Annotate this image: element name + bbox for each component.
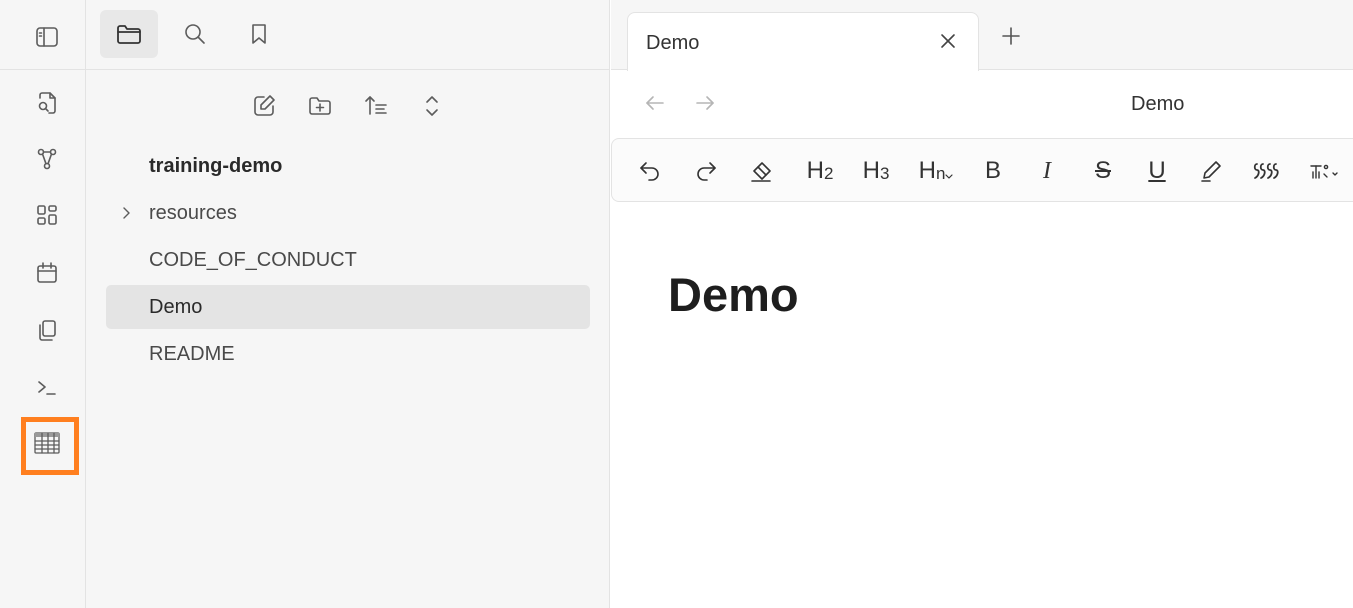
- heading-2-button[interactable]: H2: [800, 153, 840, 189]
- h2-sub: 2: [823, 164, 834, 183]
- caret-down-icon: [945, 174, 954, 179]
- search-icon[interactable]: [166, 10, 224, 58]
- arrow-left-icon[interactable]: [643, 93, 667, 113]
- sort-icon[interactable]: [358, 88, 394, 124]
- tree-item-label: README: [149, 342, 235, 365]
- bookmark-icon[interactable]: [230, 10, 288, 58]
- new-tab-plus-icon[interactable]: [997, 22, 1025, 50]
- redo-icon[interactable]: [690, 153, 722, 189]
- close-icon[interactable]: [936, 29, 960, 53]
- tab-title: Demo: [646, 32, 700, 54]
- file-tree: training-demo resources CODE_OF_CONDUCT …: [106, 144, 590, 379]
- view-header: Demo: [611, 71, 1353, 137]
- canvas-icon[interactable]: [30, 198, 64, 232]
- italic-button[interactable]: I: [1032, 153, 1062, 189]
- tree-item-label: resources: [149, 201, 237, 224]
- document-heading[interactable]: Demo: [668, 267, 799, 322]
- left-ribbon: [0, 0, 86, 608]
- eraser-icon[interactable]: [744, 153, 778, 189]
- graph-view-icon[interactable]: [30, 142, 64, 176]
- tree-file-code-of-conduct[interactable]: CODE_OF_CONDUCT: [106, 238, 590, 282]
- chevron-right-icon[interactable]: [120, 204, 134, 222]
- daily-note-calendar-icon[interactable]: [30, 256, 64, 290]
- tree-item-label: Demo: [149, 295, 203, 318]
- vault-root[interactable]: training-demo: [106, 144, 590, 188]
- new-folder-icon[interactable]: [302, 88, 338, 124]
- tree-file-demo[interactable]: Demo: [106, 285, 590, 329]
- tree-item-label: CODE_OF_CONDUCT: [149, 248, 357, 271]
- view-header-title[interactable]: Demo: [1131, 93, 1184, 116]
- undo-icon[interactable]: [634, 153, 666, 189]
- highlight-icon[interactable]: [1194, 153, 1228, 189]
- command-palette-icon[interactable]: [30, 370, 64, 404]
- main-editor-area: Demo Demo H2 H3 H n B I S U Demo: [611, 0, 1353, 608]
- more-format-icon[interactable]: [1304, 153, 1344, 189]
- formatting-toolbar: H2 H3 Hn B I S U: [611, 138, 1353, 202]
- quote-icon[interactable]: [1248, 153, 1284, 189]
- tree-item-label: training-demo: [149, 154, 283, 177]
- underline-label: U: [1148, 157, 1166, 184]
- editor-content[interactable]: Demo: [611, 203, 1353, 608]
- h3-label: H: [862, 157, 880, 184]
- heading-3-button[interactable]: H3: [856, 153, 896, 189]
- h3-sub: 3: [879, 164, 890, 183]
- arrow-right-icon[interactable]: [693, 93, 717, 113]
- table-icon[interactable]: [30, 426, 64, 460]
- sidebar-toggle-icon[interactable]: [30, 20, 64, 54]
- bold-button[interactable]: B: [978, 153, 1008, 189]
- open-quick-switcher-icon[interactable]: [30, 86, 64, 120]
- file-explorer: training-demo resources CODE_OF_CONDUCT …: [86, 0, 610, 608]
- strikethrough-button[interactable]: S: [1088, 153, 1118, 189]
- hn-label: H: [918, 157, 936, 184]
- tree-file-readme[interactable]: README: [106, 332, 590, 376]
- explorer-header: [86, 0, 610, 70]
- strike-label: S: [1094, 157, 1111, 184]
- new-note-icon[interactable]: [246, 88, 282, 124]
- tab-bar: Demo: [611, 0, 1353, 71]
- bold-label: B: [984, 157, 1001, 184]
- collapse-expand-icon[interactable]: [414, 88, 450, 124]
- explorer-actions: [246, 88, 450, 124]
- tree-folder-resources[interactable]: resources: [106, 191, 590, 235]
- ribbon-top: [0, 0, 86, 70]
- h2-label: H: [806, 157, 824, 184]
- folder-icon[interactable]: [100, 10, 158, 58]
- underline-button[interactable]: U: [1142, 153, 1172, 189]
- heading-n-dropdown[interactable]: Hn: [910, 153, 962, 189]
- tab-demo[interactable]: Demo: [627, 12, 979, 71]
- hn-sub: n: [935, 164, 946, 183]
- italic-label: I: [1043, 157, 1051, 184]
- templates-icon[interactable]: [30, 314, 64, 348]
